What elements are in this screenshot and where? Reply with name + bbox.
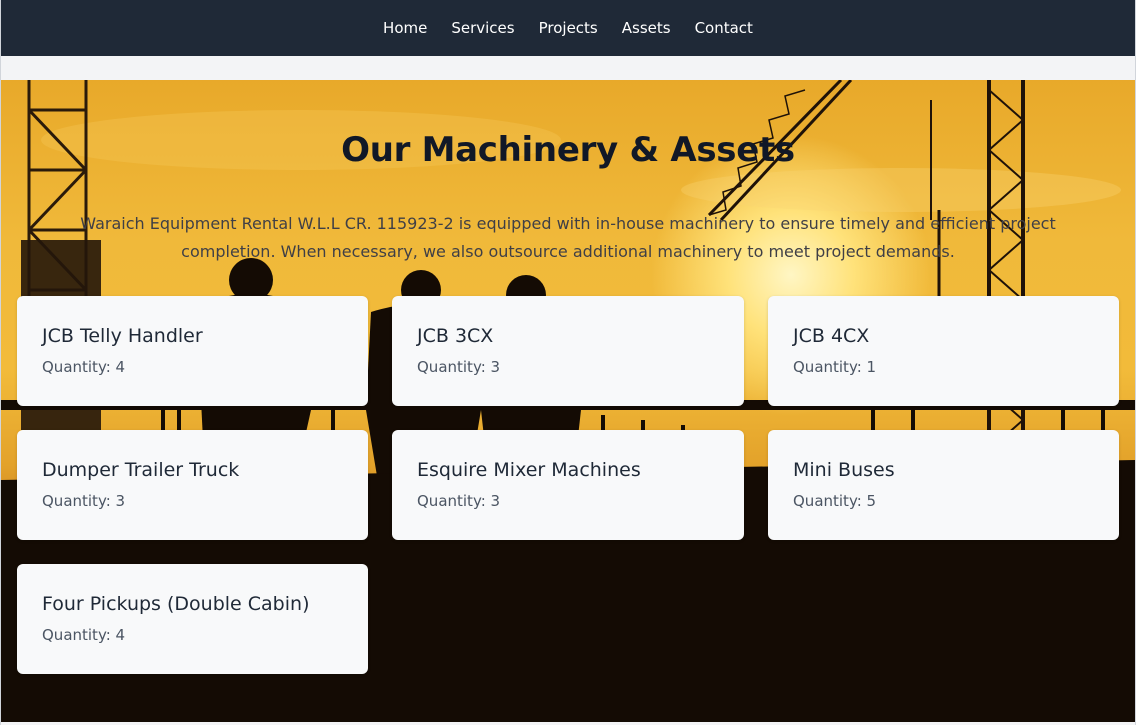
asset-name: Esquire Mixer Machines <box>417 459 641 481</box>
nav-link-home[interactable]: Home <box>371 0 439 56</box>
asset-quantity: Quantity: 1 <box>793 358 877 376</box>
assets-grid: JCB Telly Handler Quantity: 4 JCB 3CX Qu… <box>17 296 1119 674</box>
asset-quantity: Quantity: 4 <box>42 358 126 376</box>
asset-card: JCB 4CX Quantity: 1 <box>768 296 1119 406</box>
nav-link-contact[interactable]: Contact <box>683 0 765 56</box>
nav-link-projects[interactable]: Projects <box>527 0 610 56</box>
asset-name: Dumper Trailer Truck <box>42 459 240 481</box>
section-description: Waraich Equipment Rental W.L.L CR. 11592… <box>80 214 1056 261</box>
asset-card: JCB 3CX Quantity: 3 <box>392 296 744 406</box>
asset-card: Four Pickups (Double Cabin) Quantity: 4 <box>17 564 368 674</box>
asset-quantity: Quantity: 5 <box>793 492 877 510</box>
section-title: Our Machinery & Assets <box>341 130 795 170</box>
asset-name: JCB 4CX <box>793 325 870 347</box>
asset-quantity: Quantity: 3 <box>417 492 501 510</box>
assets-hero-section: Our Machinery & Assets Waraich Equipment… <box>1 80 1135 722</box>
nav-link-services[interactable]: Services <box>439 0 526 56</box>
asset-quantity: Quantity: 3 <box>417 358 501 376</box>
asset-quantity: Quantity: 4 <box>42 626 126 644</box>
asset-name: JCB 3CX <box>417 325 494 347</box>
asset-name: Four Pickups (Double Cabin) <box>42 593 310 615</box>
nav-link-assets[interactable]: Assets <box>610 0 683 56</box>
asset-card: Mini Buses Quantity: 5 <box>768 430 1119 540</box>
nav-spacer <box>1 56 1135 80</box>
asset-name: Mini Buses <box>793 459 895 481</box>
asset-name: JCB Telly Handler <box>42 325 203 347</box>
asset-card: Dumper Trailer Truck Quantity: 3 <box>17 430 368 540</box>
top-navigation: Home Services Projects Assets Contact <box>1 0 1135 56</box>
asset-card: Esquire Mixer Machines Quantity: 3 <box>392 430 744 540</box>
asset-card: JCB Telly Handler Quantity: 4 <box>17 296 368 406</box>
asset-quantity: Quantity: 3 <box>42 492 126 510</box>
